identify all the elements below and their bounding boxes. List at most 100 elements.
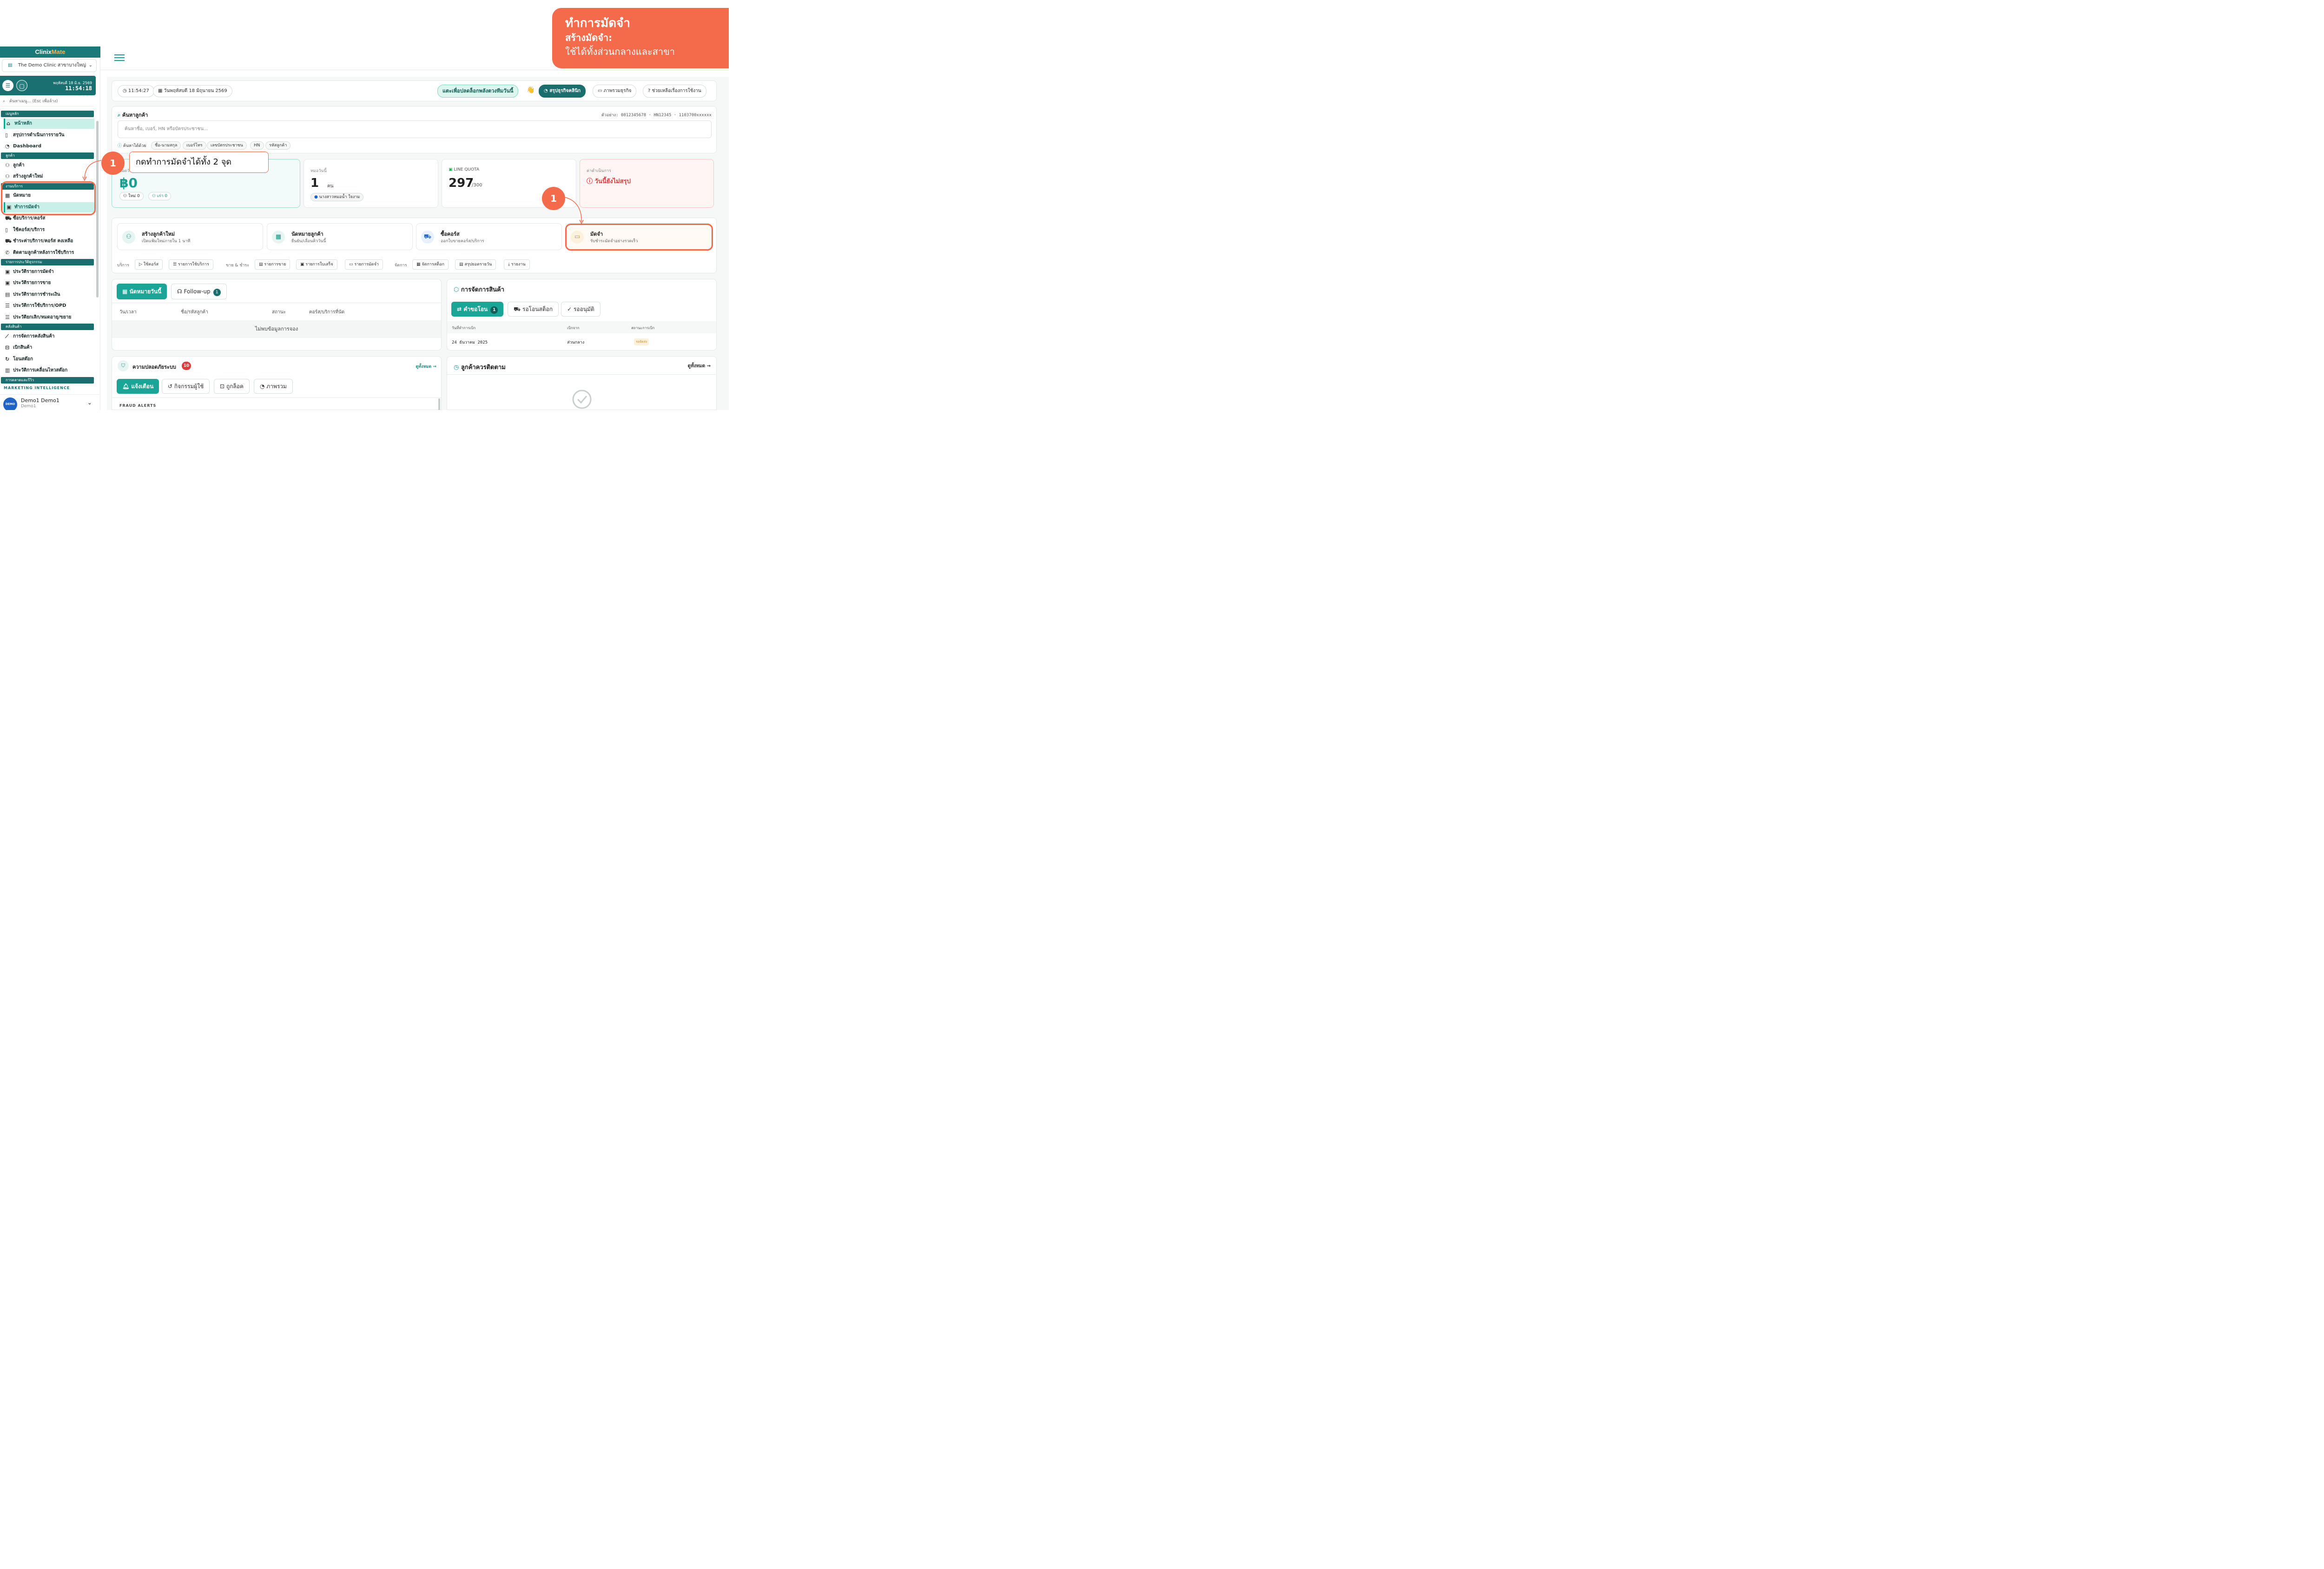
row-date: 24 ธันวาคม 2025: [451, 340, 488, 345]
sidebar-item-use[interactable]: ▯ ใช้คอร์ส/บริการ: [4, 225, 94, 235]
report-button[interactable]: ⤓ รายงาน: [503, 259, 530, 270]
tab-locked[interactable]: ⊡ ถูกล็อค: [213, 378, 250, 394]
quick-appointment[interactable]: ▦ นัดหมายลูกค้า ยืนยัน/เลื่อนคิววันนี้: [266, 223, 413, 250]
menu-toggle-icon[interactable]: ☰: [2, 79, 13, 91]
search-tag[interactable]: HN: [250, 141, 264, 150]
quick-buy-course[interactable]: ⛟ ซื้อคอร์ส ออกใบขายคอร์ส/บริการ: [416, 223, 562, 250]
download-icon: ⤓: [508, 262, 511, 267]
quota-max: /300: [471, 182, 482, 188]
clinic-selector[interactable]: ▤ The Demo Clinic สาขาบางใหญ่ ⌄: [1, 59, 97, 72]
tab-transfer-request[interactable]: ⇄ คำขอโอน 1: [451, 301, 504, 317]
menu-search-input[interactable]: ⌕ ค้นหาเมนู... (Esc เพื่อล้าง): [0, 96, 94, 106]
sidebar-item-label: ซื้อบริการ/คอร์ส: [13, 215, 46, 221]
tab-user-activity[interactable]: ↺ กิจกรรมผู้ใช้: [161, 378, 210, 394]
see-all-link[interactable]: ดูทั้งหมด →: [687, 363, 711, 370]
sidebar-item-followup[interactable]: ✆ ติดตามลูกค้าหลังการใช้บริการ: [4, 248, 94, 258]
sidebar-item-h-sales[interactable]: ▣ ประวัติรายการขาย: [4, 278, 94, 288]
tab-alerts[interactable]: 🔔︎ แจ้งเตือน: [116, 378, 159, 394]
sidebar-item-h-deposit[interactable]: ▣ ประวัติรายการมัดจำ: [4, 267, 94, 277]
security-scrollbar[interactable]: [438, 398, 440, 410]
sidebar-item-home[interactable]: ⌂ หน้าหลัก: [3, 118, 94, 129]
user-profile[interactable]: DEMO Demo1 Demo1 Demo1 ⌄: [0, 394, 100, 410]
chart-icon: ⟋: [5, 333, 9, 339]
sidebar-item-label: หน้าหลัก: [14, 120, 32, 126]
sidebar-item-new-customer[interactable]: ⚇ สร้างลูกค้าใหม่: [4, 172, 94, 182]
sidebar-item-withdraw[interactable]: ⊟ เบิกสินค้า: [4, 343, 94, 353]
user-plus-icon: ⚇: [122, 230, 135, 244]
receipts-button[interactable]: ▣ รายการใบเสร็จ: [296, 259, 337, 270]
sidebar-item-h-opd[interactable]: ☰ ประวัติการใช้บริการ/OPD: [4, 301, 94, 311]
sidebar-item-h-pay[interactable]: ▤ ประวัติรายการชำระเงิน: [4, 290, 94, 300]
gauge-icon: ◔: [259, 383, 267, 390]
sidebar-item-daily[interactable]: ▯ สรุปการดำเนินการรายวัน: [4, 130, 94, 140]
home-icon: ⌂: [6, 120, 10, 126]
bar-chart-icon: ▥: [5, 367, 10, 373]
sidebar-item-label: ประวัติรายการขาย: [13, 280, 51, 285]
use-course-button[interactable]: ▷ ใช้คอร์ส: [134, 259, 163, 270]
user-sub: Demo1: [20, 404, 36, 409]
tab-today-appointments[interactable]: ▦ นัดหมายวันนี้: [116, 283, 167, 299]
deposits-list-button[interactable]: ▭ รายการมัดจำ: [344, 259, 383, 270]
sidebar-item-h-cancel[interactable]: ☰ ประวัติยกเลิก/หมดอายุ/ขยาย: [4, 312, 94, 323]
search-tag[interactable]: รหัสลูกค้า: [265, 141, 291, 150]
callout-text: กดทำการมัดจำได้ทั้ง 2 จุด: [129, 151, 269, 173]
sidebar-item-label: ติดตามลูกค้าหลังการใช้บริการ: [13, 250, 74, 255]
sidebar-item-transfer[interactable]: ↻ โอนสต๊อก: [4, 354, 94, 364]
quick-title: นัดหมายลูกค้า: [291, 231, 324, 237]
sidebar-item-label: ประวัติการเคลื่อนไหวสต๊อก: [13, 367, 68, 373]
service-list-button[interactable]: ☰ รายการใช้บริการ: [168, 259, 213, 270]
highlight-sidebar-deposit: [0, 181, 96, 215]
hamburger-icon[interactable]: [114, 53, 125, 62]
clipboard-icon[interactable]: ▢: [16, 79, 27, 91]
sidebar-item-pay-remain[interactable]: ⛟ ชำระค่าบริการ/คอร์ส คงเหลือ: [4, 236, 94, 246]
doctor-card: หมอวันนี้ 1 คน ● นางสาวหมอน้ำ ใจงาม: [303, 159, 438, 208]
empty-message: ไม่พบข้อมูลการจอง: [112, 320, 441, 338]
banner-desc: ใช้ได้ทั้งส่วนกลางและสาขา: [565, 46, 675, 57]
divider: [447, 374, 716, 375]
day-summary-button[interactable]: ▤ สรุปยอดรายวัน: [455, 259, 496, 270]
sidebar-item-label: ประวัติการใช้บริการ/OPD: [13, 303, 66, 308]
table-row[interactable]: 24 ธันวาคม 2025 ส่วนกลาง รอจัดส่ง: [447, 334, 716, 348]
user-plus-icon: ⚇: [5, 173, 10, 179]
sidebar-item-label: สรุปการดำเนินการรายวัน: [13, 132, 65, 138]
quick-new-customer[interactable]: ⚇ สร้างลูกค้าใหม่ เปิดแฟ้มใหม่ภายใน 1 นา…: [117, 223, 263, 250]
search-tag[interactable]: เบอร์โทร: [182, 141, 206, 150]
sidebar-item-movement[interactable]: ▥ ประวัติการเคลื่อนไหวสต๊อก: [4, 365, 94, 376]
cash-icon: ▣: [5, 279, 10, 286]
search-tag[interactable]: ชื่อ-นามสกุล: [151, 141, 181, 150]
marketing-intel-label: MARKETING INTELLIGENCE: [3, 385, 70, 390]
sidebar-item-label: Dashboard: [13, 143, 41, 149]
business-summary-button[interactable]: ◔ สรุปธุรกิจคลินิก: [538, 84, 586, 98]
calendar-icon: ▦: [158, 88, 164, 93]
banner-subtitle: สร้างมัดจำ:: [565, 32, 613, 43]
calendar-icon: ▦: [271, 230, 285, 244]
tab-follow-up[interactable]: ☊ Follow-up 1: [171, 283, 227, 299]
unlock-button[interactable]: แตะเพื่อปลดล็อกพลังตวงทีมวันนี้: [437, 84, 519, 98]
sales-list-button[interactable]: ▤ รายการขาย: [254, 259, 290, 270]
tab-pending-approval[interactable]: ✓ รออนุมัติ: [561, 301, 601, 317]
clipboard-icon: ▯: [5, 226, 8, 233]
callout-marker-2: 1: [541, 186, 565, 210]
section-stock: คลังสินค้า: [0, 323, 94, 330]
tab-pending-transfer[interactable]: ⛟ รอโอนสต็อก: [507, 301, 559, 317]
sidebar-item-dashboard[interactable]: ◔ Dashboard: [4, 141, 94, 152]
chevron-down-icon: ⌄: [88, 62, 92, 68]
inbox-icon: ⊟: [5, 344, 10, 351]
search-example: ตัวอย่าง: 0812345678 · HN12345 · 1103700…: [601, 113, 712, 118]
sidebar-item-customers[interactable]: ⚇ ลูกค้า: [4, 160, 94, 171]
truck-icon: ⛟: [513, 305, 522, 312]
doctor-value: 1: [310, 176, 319, 190]
sidebar-scrollbar[interactable]: [96, 120, 99, 298]
tab-overview[interactable]: ◔ ภาพรวม: [253, 378, 293, 394]
stock-button[interactable]: ▦ จัดการสต็อก: [412, 259, 449, 270]
business-overview-button[interactable]: ▭ ภาพรวมธุรกิจ: [592, 84, 637, 98]
see-all-link[interactable]: ดูทั้งหมด →: [416, 363, 436, 370]
headset-icon: ☊: [177, 288, 184, 295]
sidebar-item-stock-manage[interactable]: ⟋ การจัดการคลังสินค้า: [4, 331, 94, 342]
search-tag[interactable]: เลขบัตรประชาชน: [206, 141, 247, 150]
customer-search-input[interactable]: ค้นหาชื่อ, เบอร์, HN หรือบัตรประชาชน...: [117, 120, 712, 138]
line-icon: ▣: [448, 167, 454, 172]
help-button[interactable]: ? ช่วยเหลือเรื่องการใช้งาน: [642, 84, 706, 98]
calendar-icon: ▦: [122, 288, 130, 295]
briefcase-icon: ▭: [597, 88, 604, 93]
